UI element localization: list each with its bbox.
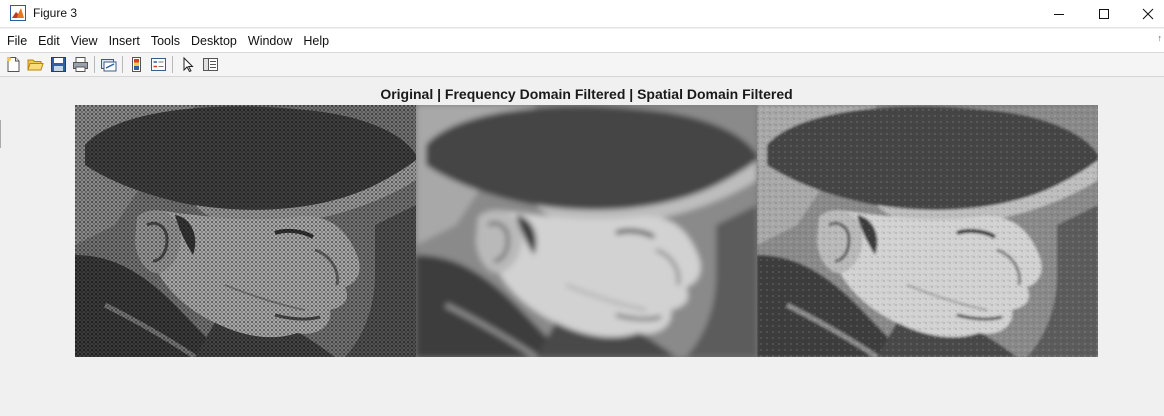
print-icon[interactable] xyxy=(72,56,89,73)
panel-frequency-filtered xyxy=(416,105,757,357)
toolbar-separator xyxy=(122,56,123,73)
close-button[interactable] xyxy=(1125,0,1164,27)
menu-insert[interactable]: Insert xyxy=(108,30,145,52)
open-file-icon[interactable] xyxy=(27,56,44,73)
menu-help[interactable]: Help xyxy=(302,30,334,52)
menu-view[interactable]: View xyxy=(70,30,103,52)
maximize-button[interactable] xyxy=(1081,0,1127,27)
new-figure-icon[interactable] xyxy=(5,56,22,73)
edit-plot-pointer-icon[interactable] xyxy=(180,56,197,73)
panel-original xyxy=(75,105,416,357)
insert-colorbar-icon[interactable] xyxy=(128,56,145,73)
title-bar[interactable]: Figure 3 xyxy=(0,0,1164,28)
axes-title: Original | Frequency Domain Filtered | S… xyxy=(380,86,793,102)
montage-image xyxy=(75,105,1098,357)
save-icon[interactable] xyxy=(50,56,67,73)
figure-canvas[interactable]: Original | Frequency Domain Filtered | S… xyxy=(0,77,1164,416)
minimize-icon xyxy=(1054,13,1064,15)
menu-bar: File Edit View Insert Tools Desktop Wind… xyxy=(0,29,1164,53)
figure-toolbar xyxy=(0,53,1164,77)
menu-window[interactable]: Window xyxy=(247,30,297,52)
figure-edge-marker xyxy=(0,120,4,148)
menu-file[interactable]: File xyxy=(6,30,32,52)
toolbar-separator xyxy=(172,56,173,73)
window-title: Figure 3 xyxy=(33,6,78,20)
minimize-button[interactable] xyxy=(1036,0,1082,27)
property-inspector-icon[interactable] xyxy=(202,56,219,73)
matlab-app-icon xyxy=(10,5,26,21)
menu-tools[interactable]: Tools xyxy=(150,30,185,52)
menu-desktop[interactable]: Desktop xyxy=(190,30,242,52)
link-plot-icon[interactable] xyxy=(100,56,117,73)
image-axes[interactable] xyxy=(75,105,1098,357)
maximize-icon xyxy=(1099,8,1109,19)
figure-window: Figure 3 File Edit View Insert Tools Des… xyxy=(0,0,1164,416)
toolbar-separator xyxy=(94,56,95,73)
menu-overflow-icon[interactable]: ↑ xyxy=(1158,33,1163,43)
insert-legend-icon[interactable] xyxy=(150,56,167,73)
menu-edit[interactable]: Edit xyxy=(37,30,65,52)
close-icon xyxy=(1142,8,1154,19)
panel-spatial-filtered xyxy=(757,105,1098,357)
